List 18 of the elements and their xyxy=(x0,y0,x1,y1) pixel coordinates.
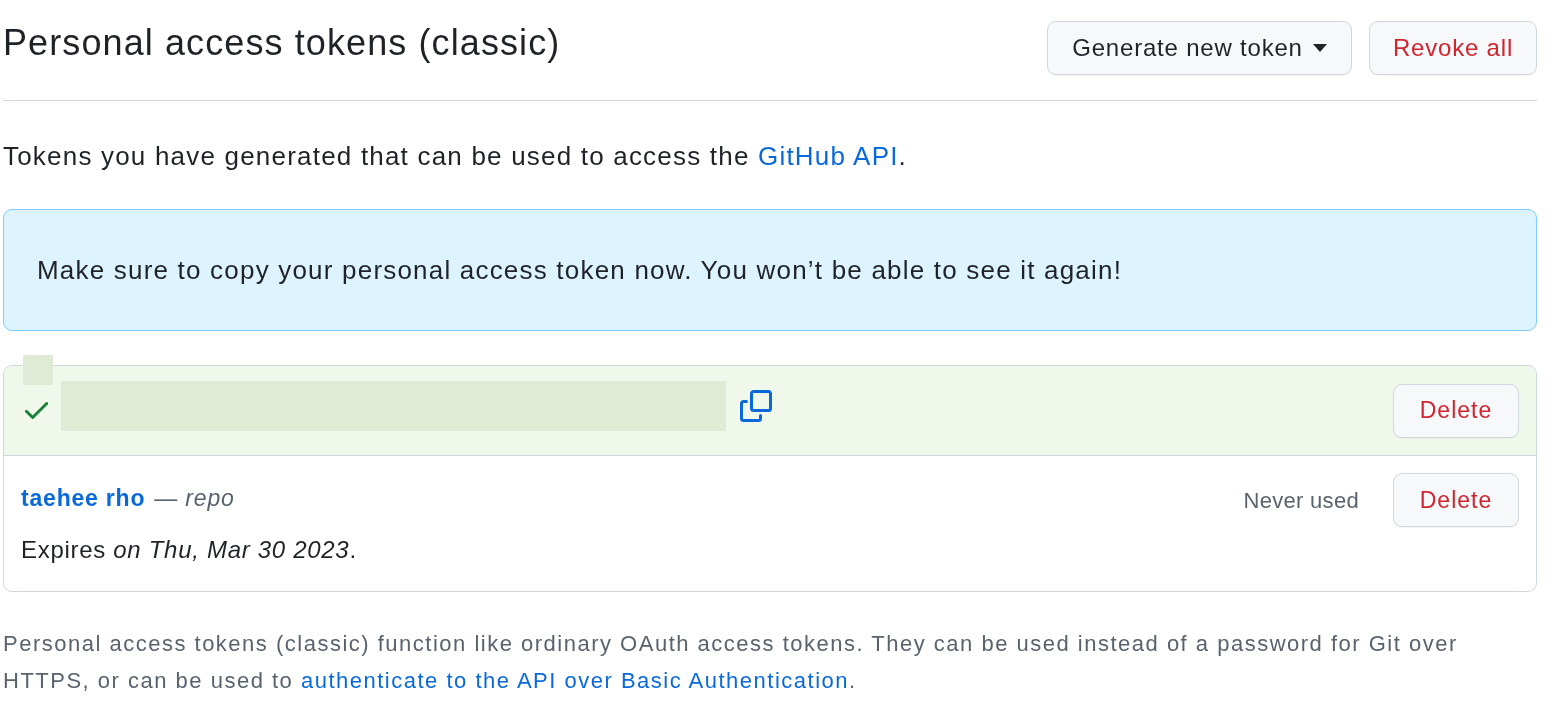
revoke-all-button[interactable]: Revoke all xyxy=(1369,21,1537,75)
token-scopes: — repo xyxy=(154,483,235,513)
intro-text: Tokens you have generated that can be used to access the GitHub API. xyxy=(3,140,909,172)
token-name-link[interactable]: taehee rho xyxy=(21,480,146,516)
flash-message: Make sure to copy your personal access token now. You won’t be able to see it again! xyxy=(37,254,1124,286)
delete-button[interactable]: Delete xyxy=(1393,473,1519,527)
redaction-block xyxy=(23,355,53,385)
caret-icon xyxy=(1312,44,1327,52)
generate-token-button[interactable]: Generate new token xyxy=(1047,21,1352,75)
check-icon xyxy=(25,402,48,419)
last-used-text: Never used xyxy=(1243,486,1359,515)
token-expiry: Expires on Thu, Mar 30 2023. xyxy=(21,535,357,565)
github-api-link[interactable]: GitHub API xyxy=(758,141,899,171)
basic-auth-link[interactable]: authenticate to the API over Basic Authentication xyxy=(300,668,849,693)
copy-icon[interactable] xyxy=(740,389,772,422)
delete-button[interactable]: Delete xyxy=(1393,383,1519,438)
footer-note: Personal access tokens (classic) function like ordinary OAuth access tokens. They can be used instead of a password for Git over HTTPS, or can be used to authenticate to the API over Basic Authentication. xyxy=(3,630,1459,695)
page-title: Personal access tokens (classic) xyxy=(3,21,561,65)
